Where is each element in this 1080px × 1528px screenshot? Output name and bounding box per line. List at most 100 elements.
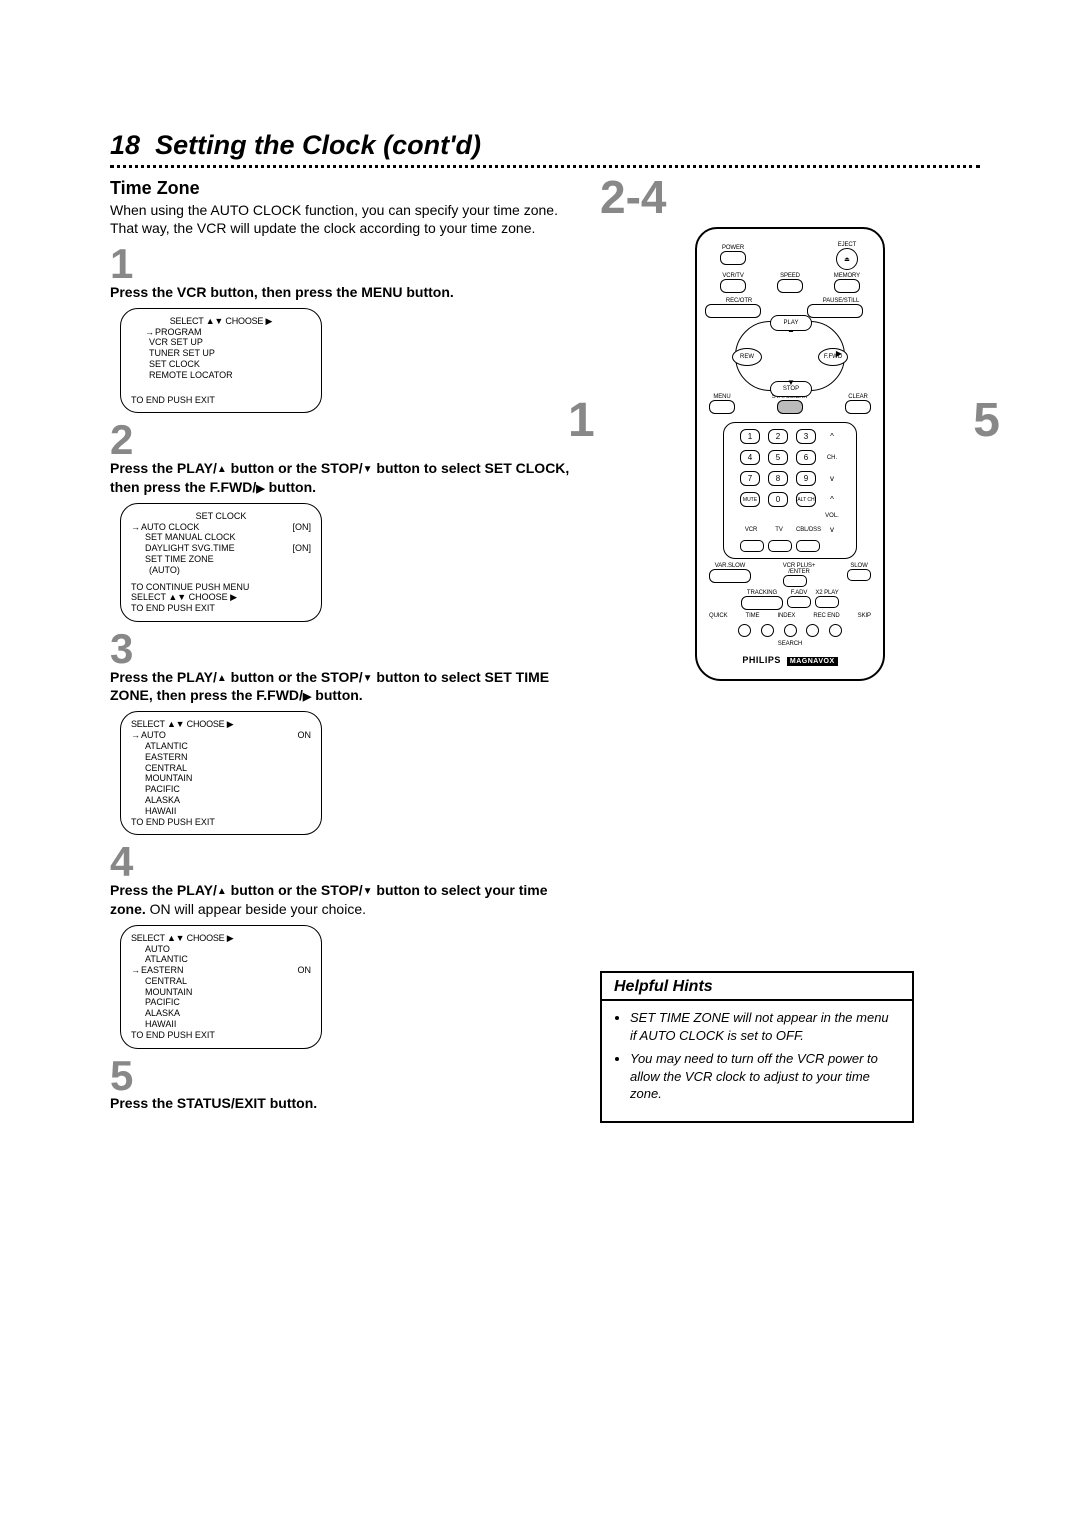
screen3-head: SELECT ▲▼ CHOOSE ▶ (131, 719, 311, 730)
search-row (705, 622, 875, 641)
ch-up[interactable]: ^ (824, 432, 840, 441)
status-exit-button[interactable] (777, 400, 803, 414)
screen4-l6: PACIFIC (131, 997, 311, 1008)
page-title: 18 Setting the Clock (cont'd) (110, 130, 980, 161)
screen-3: SELECT ▲▼ CHOOSE ▶ →AUTOON ATLANTIC EAST… (120, 711, 322, 835)
pause-button[interactable] (807, 304, 863, 318)
step3-b: button or the STOP/ (227, 669, 363, 685)
index-circle[interactable] (784, 624, 797, 637)
down-icon: ▼ (787, 378, 795, 387)
vcrplus-label: VCR PLUS+ /ENTER (783, 563, 816, 575)
num-0[interactable]: 0 (768, 492, 788, 507)
clear-button[interactable] (845, 400, 871, 414)
slow-button[interactable] (847, 569, 871, 581)
screen2-r3b: [ON] (292, 543, 311, 554)
screen3-l2: ATLANTIC (131, 741, 311, 752)
screen4-foot: TO END PUSH EXIT (131, 1030, 311, 1041)
numpad: 1 2 3 ^ 4 5 6 CH. 7 8 9 v MUTE 0 (723, 422, 857, 559)
screen3-l5: MOUNTAIN (131, 773, 311, 784)
title-text: Setting the Clock (cont'd) (155, 130, 481, 160)
vcrtv-button[interactable] (720, 279, 746, 293)
callout-left: 1 (568, 397, 595, 445)
quick-circle[interactable] (738, 624, 751, 637)
brand-philips: PHILIPS (742, 655, 781, 665)
num-8[interactable]: 8 (768, 471, 788, 486)
remote-control: POWER EJECT⏏ VCR/TV SPEED MEMORY REC/OTR… (695, 227, 885, 681)
screen2-r5: (AUTO) (131, 565, 311, 576)
step-5-number: 5 (110, 1059, 570, 1093)
step-5-text: Press the STATUS/EXIT button. (110, 1094, 570, 1113)
altch[interactable]: ALT CH (796, 492, 816, 507)
step4-b: button or the STOP/ (227, 882, 363, 898)
tracking-button[interactable] (741, 596, 783, 610)
section-intro: When using the AUTO CLOCK function, you … (110, 201, 570, 237)
screen2-f2: SELECT ▲▼ CHOOSE ▶ (131, 592, 311, 603)
vol-up[interactable]: ^ (824, 495, 840, 504)
num-3[interactable]: 3 (796, 429, 816, 444)
screen3-foot: TO END PUSH EXIT (131, 817, 311, 828)
screen1-l3: TUNER SET UP (131, 348, 311, 359)
brand: PHILIPS MAGNAVOX (705, 655, 875, 665)
varslow-label: VAR.SLOW (709, 563, 751, 569)
screen2-r3a: DAYLIGHT SVG.TIME (131, 543, 235, 554)
fadv-label: F.ADV (787, 590, 811, 596)
screen3-l6: PACIFIC (131, 784, 311, 795)
cbl-sel-button[interactable] (796, 540, 820, 552)
vcr-sel-button[interactable] (740, 540, 764, 552)
screen4-l1: AUTO (131, 944, 311, 955)
tv-sel-button[interactable] (768, 540, 792, 552)
screen1-foot: TO END PUSH EXIT (131, 395, 311, 406)
step-1-text: Press the VCR button, then press the MEN… (110, 283, 570, 302)
x2-button[interactable] (815, 596, 839, 608)
speed-button[interactable] (777, 279, 803, 293)
screen1-l4: SET CLOCK (131, 359, 311, 370)
play-button[interactable]: PLAY (770, 315, 812, 331)
skip-circle[interactable] (829, 624, 842, 637)
vol-down[interactable]: v (824, 525, 840, 534)
callout-range: 2-4 (600, 174, 980, 220)
varslow-button[interactable] (709, 569, 751, 583)
eject-button[interactable]: ⏏ (836, 248, 858, 270)
num-9[interactable]: 9 (796, 471, 816, 486)
rew-button[interactable]: REW (732, 348, 762, 366)
num-2[interactable]: 2 (768, 429, 788, 444)
screen4-l2: ATLANTIC (131, 954, 311, 965)
num-4[interactable]: 4 (740, 450, 760, 465)
helpful-hints: Helpful Hints SET TIME ZONE will not app… (600, 971, 914, 1123)
screen4-head: SELECT ▲▼ CHOOSE ▶ (131, 933, 311, 944)
mute[interactable]: MUTE (740, 492, 760, 507)
fadv-button[interactable] (787, 596, 811, 608)
step5-a: Press the STATUS/EXIT button. (110, 1095, 317, 1111)
step-3-number: 3 (110, 632, 570, 666)
section-heading: Time Zone (110, 178, 570, 199)
memory-button[interactable] (834, 279, 860, 293)
ffwd-button[interactable]: F.FWD (818, 348, 848, 366)
num-6[interactable]: 6 (796, 450, 816, 465)
page-number: 18 (110, 130, 140, 160)
num-1[interactable]: 1 (740, 429, 760, 444)
num-5[interactable]: 5 (768, 450, 788, 465)
step2-b: button or the STOP/ (227, 460, 363, 476)
num-7[interactable]: 7 (740, 471, 760, 486)
nav-ring: ▲ PLAY ◀ REW F.FWD ▶ STOP ▼ (735, 321, 845, 391)
screen1-l1: PROGRAM (155, 327, 202, 337)
recotr-button[interactable] (705, 304, 761, 318)
screen-1: SELECT ▲▼ CHOOSE ▶ →PROGRAM VCR SET UP T… (120, 308, 322, 414)
menu-button[interactable] (709, 400, 735, 414)
screen4-l3: EASTERN (141, 965, 184, 975)
recend-circle[interactable] (806, 624, 819, 637)
time-circle[interactable] (761, 624, 774, 637)
ch-down[interactable]: v (824, 474, 840, 483)
page: 18 Setting the Clock (cont'd) Time Zone … (110, 130, 980, 1123)
step-3-text: Press the PLAY/▲ button or the STOP/▼ bu… (110, 668, 570, 706)
vcrplus-button[interactable] (783, 575, 807, 587)
ch-label: CH. (824, 455, 840, 461)
remote-wrapper: 1 5 POWER EJECT⏏ VCR/TV SPEED MEMORY REC… (600, 227, 980, 681)
step4-d: ON will appear beside your choice. (146, 901, 366, 917)
screen4-l5: MOUNTAIN (131, 987, 311, 998)
power-button[interactable] (720, 251, 746, 265)
step2-d: button. (265, 479, 316, 495)
screen3-l7: ALASKA (131, 795, 311, 806)
screen2-r1b: [ON] (292, 522, 311, 533)
tv-label: TV (768, 527, 790, 533)
